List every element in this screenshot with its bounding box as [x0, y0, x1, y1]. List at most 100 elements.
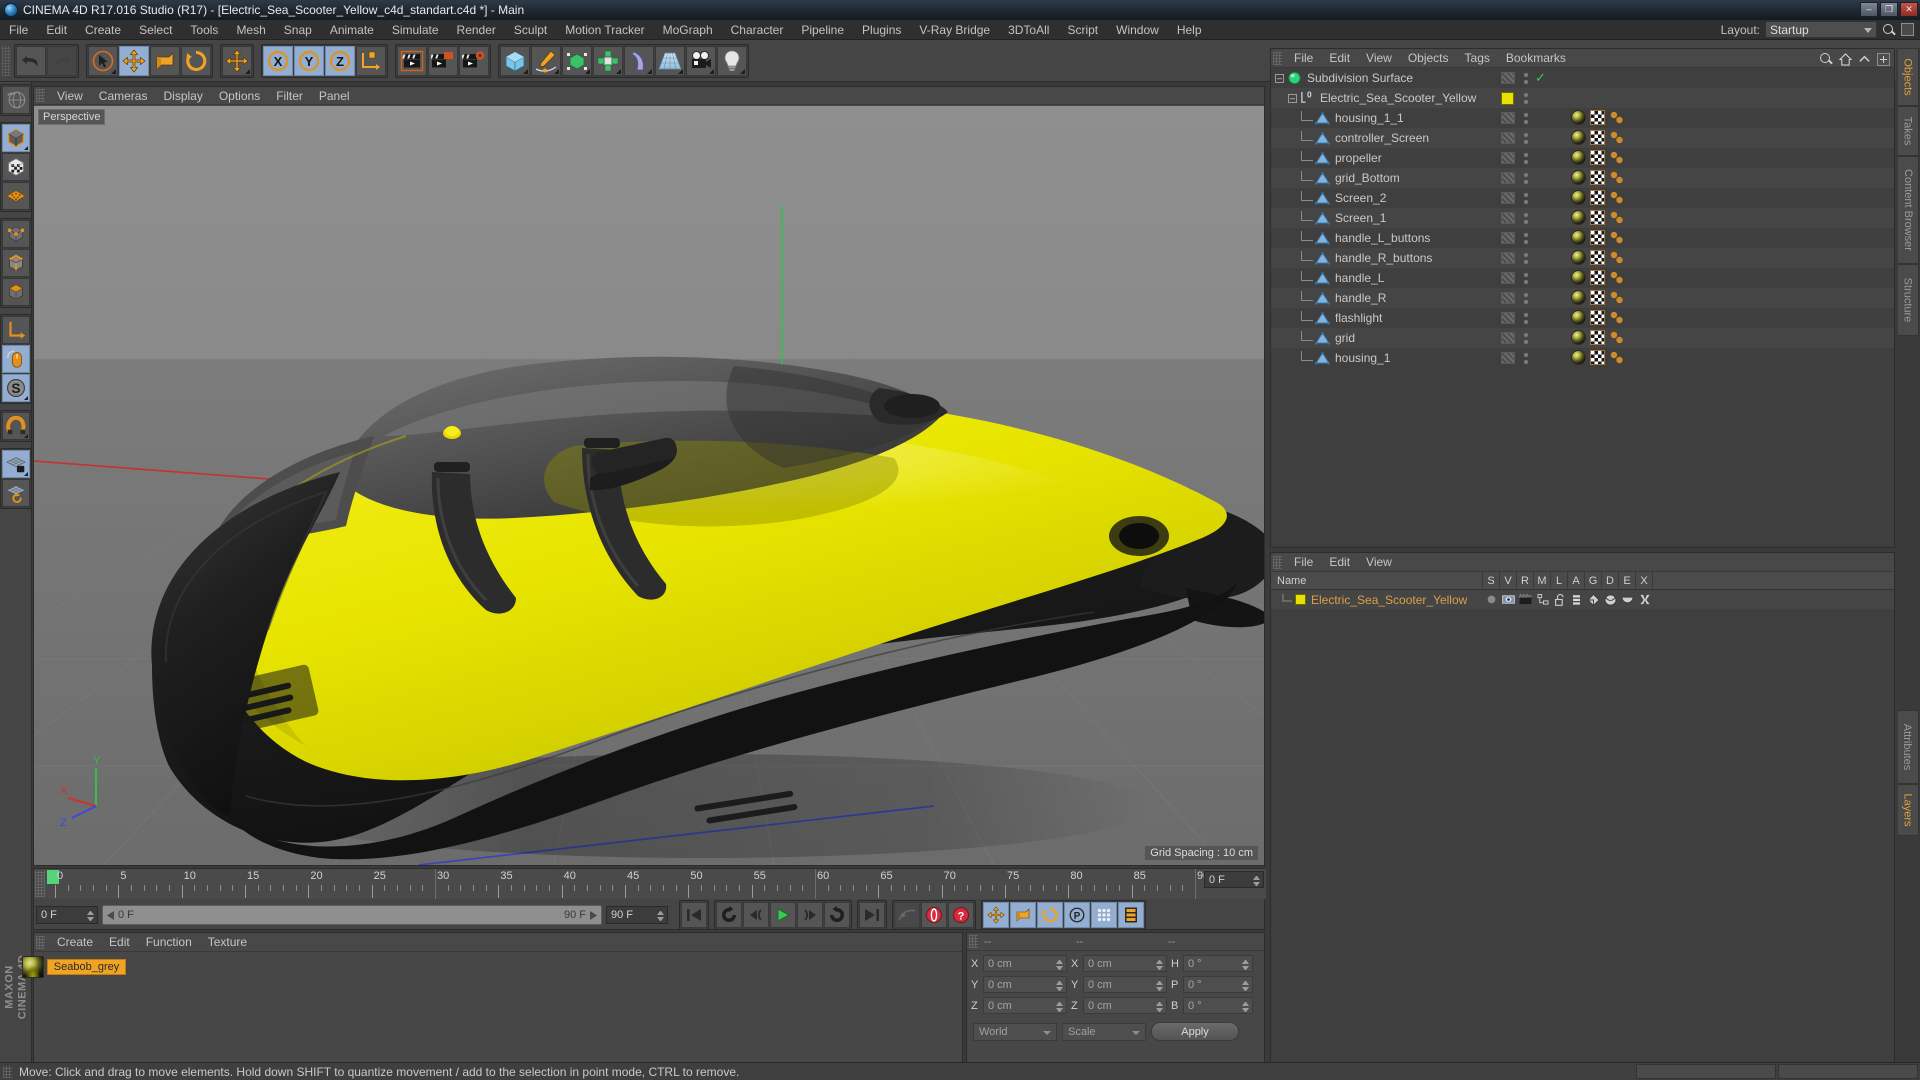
z-axis-lock[interactable]: Z [325, 45, 355, 76]
tab-takes[interactable]: Takes [1897, 106, 1919, 156]
go-to-start-button[interactable] [681, 902, 707, 928]
object-name[interactable]: handle_R_buttons [1335, 251, 1432, 265]
timeline-range-bar[interactable]: 0 F 90 F [102, 905, 602, 925]
object-visibility-toggles[interactable] [1519, 232, 1532, 244]
object-tree[interactable]: – Subdivision Surface ✓ –0 Electric_Sea_Scoo… [1271, 68, 1894, 368]
rotation-stepper[interactable] [1242, 981, 1249, 991]
size-input[interactable]: 0 cm [1083, 955, 1167, 972]
x-axis-lock[interactable]: X [263, 45, 293, 76]
layer-menu-edit[interactable]: Edit [1321, 553, 1358, 572]
texture-tag-icon[interactable] [1590, 210, 1605, 225]
texture-tag-icon[interactable] [1590, 330, 1605, 345]
lock-workplane-button[interactable] [1, 450, 30, 478]
phong-tag-icon[interactable] [1609, 211, 1625, 225]
material-menu-function[interactable]: Function [138, 933, 200, 952]
object-visibility-toggles[interactable] [1519, 192, 1532, 204]
object-visibility-toggles[interactable] [1519, 152, 1532, 164]
layer-menu-view[interactable]: View [1358, 553, 1400, 572]
add-generator-button[interactable] [562, 45, 592, 76]
add-spline-button[interactable] [531, 45, 561, 76]
object-visibility-dots-icon[interactable] [1501, 212, 1515, 224]
texture-mode-button[interactable] [1, 153, 30, 181]
phong-tag-icon[interactable] [1609, 291, 1625, 305]
previous-frame-button[interactable] [743, 902, 769, 928]
status-grip[interactable] [3, 1065, 12, 1078]
size-input[interactable]: 0 cm [1083, 976, 1167, 993]
object-visibility-toggles[interactable] [1519, 312, 1532, 324]
phong-tag-icon[interactable] [1609, 251, 1625, 265]
phong-tag-icon[interactable] [1609, 351, 1625, 365]
material-item[interactable]: Seabob_grey [21, 956, 127, 978]
layer-column-d[interactable]: D [1602, 571, 1619, 590]
search-icon[interactable] [1819, 52, 1833, 66]
object-menu-view[interactable]: View [1358, 49, 1400, 68]
object-menu-edit[interactable]: Edit [1321, 49, 1358, 68]
menu-item-render[interactable]: Render [448, 20, 505, 40]
free-move-tool[interactable] [222, 45, 252, 76]
maximize-button[interactable]: ❐ [1880, 2, 1898, 17]
axis-modify-button[interactable] [1, 316, 30, 344]
object-name[interactable]: Screen_2 [1335, 191, 1386, 205]
object-visibility-dots-icon[interactable] [1501, 332, 1515, 344]
viewport-menu-grip[interactable] [36, 89, 45, 102]
menu-item-character[interactable]: Character [722, 20, 793, 40]
new-tab-icon[interactable] [1877, 52, 1890, 66]
object-name[interactable]: Electric_Sea_Scooter_Yellow [1320, 91, 1476, 105]
tab-content-browser[interactable]: Content Browser [1897, 156, 1919, 264]
position-input[interactable]: 0 cm [983, 997, 1067, 1014]
texture-tag-icon[interactable] [1590, 290, 1605, 305]
layer-generator-cell[interactable] [1585, 593, 1602, 606]
object-row[interactable]: Screen_2 [1271, 188, 1894, 208]
object-row[interactable]: handle_R [1271, 288, 1894, 308]
menu-item-snap[interactable]: Snap [275, 20, 321, 40]
object-name[interactable]: housing_1 [1335, 351, 1390, 365]
layer-column-s[interactable]: S [1483, 571, 1500, 590]
menu-item-create[interactable]: Create [76, 20, 130, 40]
material-tag-icon[interactable] [1571, 250, 1586, 265]
layer-column-m[interactable]: M [1534, 571, 1551, 590]
tab-layers[interactable]: Layers [1897, 784, 1919, 836]
texture-tag-icon[interactable] [1590, 110, 1605, 125]
object-row[interactable]: handle_L_buttons [1271, 228, 1894, 248]
texture-tag-icon[interactable] [1590, 230, 1605, 245]
viewport-menu-options[interactable]: Options [211, 87, 268, 105]
move-tool[interactable] [119, 45, 149, 76]
layer-column-g[interactable]: G [1585, 571, 1602, 590]
phong-tag-icon[interactable] [1609, 331, 1625, 345]
add-deformer-button[interactable] [624, 45, 654, 76]
object-menu-tags[interactable]: Tags [1457, 49, 1498, 68]
viewport-menu-cameras[interactable]: Cameras [91, 87, 156, 105]
object-row[interactable]: flashlight [1271, 308, 1894, 328]
object-row[interactable]: housing_1 [1271, 348, 1894, 368]
texture-tag-icon[interactable] [1590, 170, 1605, 185]
layer-expression-cell[interactable] [1619, 595, 1636, 605]
object-menu-file[interactable]: File [1286, 49, 1321, 68]
layer-column-v[interactable]: V [1500, 571, 1517, 590]
go-to-end-button[interactable] [859, 902, 885, 928]
menu-item-sculpt[interactable]: Sculpt [505, 20, 556, 40]
add-environment-button[interactable] [655, 45, 685, 76]
menu-item-tools[interactable]: Tools [181, 20, 227, 40]
menu-item-plugins[interactable]: Plugins [853, 20, 910, 40]
material-tag-icon[interactable] [1571, 110, 1586, 125]
object-name[interactable]: propeller [1335, 151, 1382, 165]
size-input[interactable]: 0 cm [1083, 997, 1167, 1014]
chevron-up-icon[interactable] [1858, 53, 1871, 66]
object-row[interactable]: Screen_1 [1271, 208, 1894, 228]
apply-button[interactable]: Apply [1151, 1022, 1239, 1041]
object-row[interactable]: grid [1271, 328, 1894, 348]
add-camera-button[interactable] [686, 45, 716, 76]
material-tag-icon[interactable] [1571, 150, 1586, 165]
play-loop-button[interactable] [824, 902, 850, 928]
render-settings-button[interactable] [459, 45, 489, 76]
timeline-ruler-body[interactable]: 051015202530354045505560657075808590 [47, 869, 1266, 899]
layer-menu-file[interactable]: File [1286, 553, 1321, 572]
object-visibility-dots-icon[interactable] [1501, 172, 1515, 184]
object-visibility-dots-icon[interactable] [1501, 232, 1515, 244]
object-visibility-dots-icon[interactable] [1501, 132, 1515, 144]
object-visibility-dots-icon[interactable] [1501, 72, 1515, 84]
object-row[interactable]: handle_R_buttons [1271, 248, 1894, 268]
rotate-tool[interactable] [181, 45, 211, 76]
object-visibility-dots-icon[interactable] [1501, 292, 1515, 304]
edges-mode-button[interactable] [1, 249, 30, 277]
